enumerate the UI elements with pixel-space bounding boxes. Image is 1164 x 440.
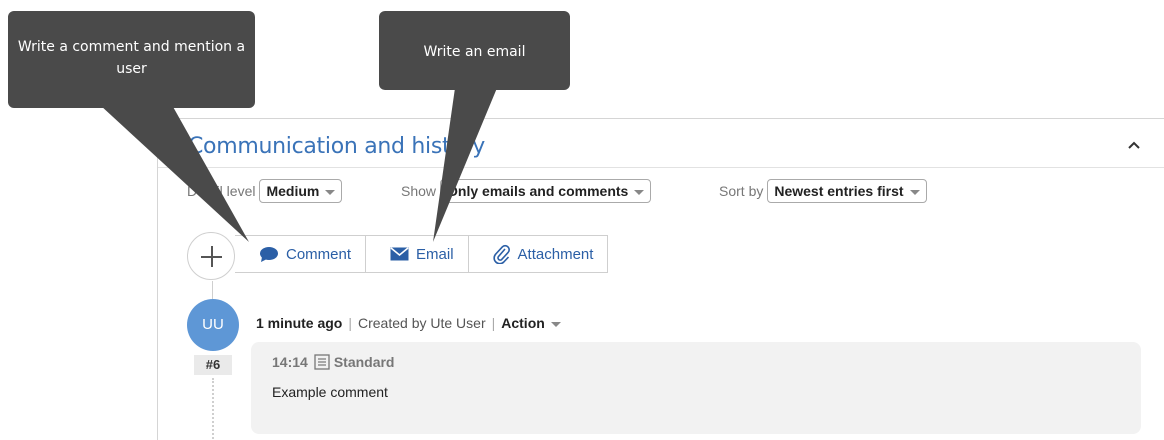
separator: |: [348, 315, 352, 331]
collapse-button[interactable]: [1125, 137, 1143, 153]
detail-level-label: Detail level: [187, 183, 256, 199]
email-button[interactable]: Email: [365, 236, 468, 272]
filter-bar: Detail level Medium Show Only emails and c…: [187, 179, 1087, 205]
speech-bubble-icon: [260, 246, 278, 262]
entry-number: #6: [194, 355, 232, 375]
caret-down-icon: [634, 189, 645, 195]
panel-header: Communication and history: [158, 119, 1164, 168]
entry-creator: Created by Ute User: [358, 315, 486, 331]
caret-down-icon: [550, 321, 561, 327]
add-toolbar: Comment Email Attachment: [235, 235, 609, 273]
show-dropdown[interactable]: Only emails and comments: [440, 179, 652, 203]
sort-filter: Sort by Newest entries first: [719, 179, 927, 203]
sort-value: Newest entries first: [774, 183, 904, 199]
action-menu[interactable]: Action: [501, 315, 561, 331]
sort-dropdown[interactable]: Newest entries first: [767, 179, 927, 203]
detail-level-dropdown[interactable]: Medium: [259, 179, 343, 203]
comment-button[interactable]: Comment: [235, 236, 365, 272]
envelope-icon: [390, 247, 409, 261]
detail-level-value: Medium: [266, 183, 320, 199]
entry-header: 1 minute ago | Created by Ute User | Action: [256, 315, 561, 331]
caret-down-icon: [909, 189, 920, 195]
caret-down-icon: [325, 189, 336, 195]
entry-meta: 14:14 Standard: [272, 354, 395, 370]
entry-type: Standard: [333, 354, 395, 370]
detail-level-filter: Detail level Medium: [187, 179, 343, 203]
panel-title: Communication and history: [188, 134, 485, 159]
email-button-label: Email: [416, 245, 454, 263]
document-icon: [314, 354, 330, 370]
comment-callout: Write a comment and mention a user: [8, 11, 255, 108]
show-filter: Show Only emails and comments: [401, 179, 652, 203]
action-label: Action: [501, 315, 545, 331]
show-value: Only emails and comments: [447, 183, 629, 199]
attachment-button[interactable]: Attachment: [467, 236, 608, 272]
show-label: Show: [401, 183, 437, 199]
chevron-up-icon: [1128, 141, 1140, 149]
attachment-button-label: Attachment: [517, 245, 594, 263]
separator: |: [491, 315, 496, 331]
entry-body: 14:14 Standard Example comment: [251, 342, 1141, 434]
sort-label: Sort by: [719, 183, 764, 199]
entry-text: Example comment: [272, 384, 388, 400]
entry-time-ago: 1 minute ago: [256, 315, 343, 331]
add-entry-button[interactable]: [187, 232, 235, 280]
entry-timestamp: 14:14: [272, 354, 308, 370]
timeline-connector: [212, 281, 213, 299]
paperclip-icon: [492, 244, 510, 264]
avatar: UU: [187, 299, 239, 351]
email-callout: Write an email: [379, 11, 570, 90]
timeline-dotted-connector: [212, 378, 214, 439]
comment-button-label: Comment: [286, 245, 352, 263]
